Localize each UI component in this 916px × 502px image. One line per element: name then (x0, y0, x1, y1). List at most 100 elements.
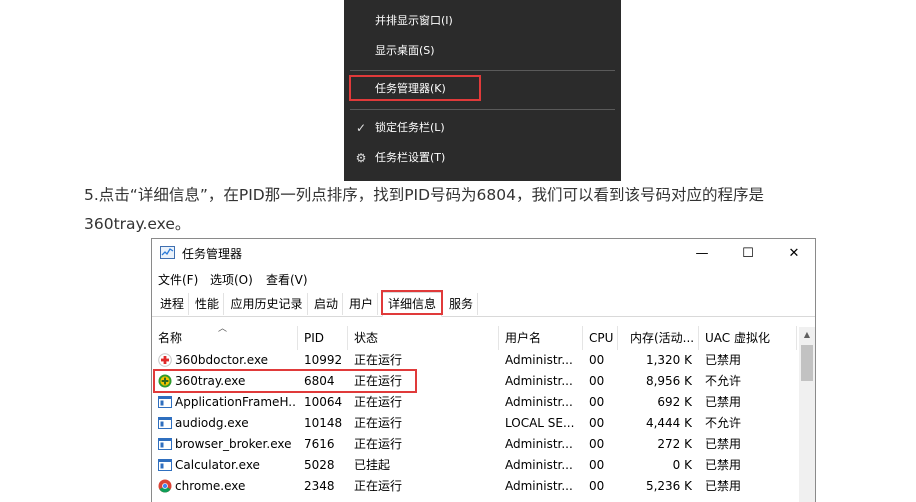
menu-options[interactable]: 选项(O) (210, 271, 253, 288)
process-name: browser_broker.exe (175, 437, 292, 451)
tab-strip: 进程 性能 应用历史记录 启动 用户 详细信息 服务 (152, 291, 815, 317)
process-uac: 已禁用 (705, 479, 742, 493)
tab-services[interactable]: 服务 (445, 293, 478, 315)
process-memory: 0 K (672, 458, 692, 472)
tab-processes[interactable]: 进程 (156, 293, 189, 315)
process-status: 已挂起 (354, 458, 391, 472)
taskbar-context-menu: 并排显示窗口(I) 显示桌面(S) 任务管理器(K) ✓ 锁定任务栏(L) ⚙ … (344, 0, 621, 181)
process-status: 正在运行 (354, 395, 403, 409)
process-user: Administr... (505, 353, 573, 367)
column-header-pid[interactable]: PID (298, 326, 348, 350)
table-row[interactable]: Calculator.exe 5028 已挂起 Administr... 00 … (152, 455, 797, 476)
process-cpu: 00 (589, 395, 605, 409)
tab-app-history[interactable]: 应用历史记录 (226, 293, 308, 315)
process-pid: 2348 (304, 479, 335, 493)
process-cpu: 00 (589, 353, 605, 367)
menu-separator (350, 70, 615, 71)
app-window-icon (158, 416, 172, 430)
window-title: 任务管理器 (182, 247, 243, 261)
table-row[interactable]: chrome.exe 2348 正在运行 Administr... 00 5,2… (152, 476, 797, 497)
process-uac: 已禁用 (705, 395, 742, 409)
highlight-box-task-manager (349, 75, 481, 101)
table-row[interactable]: audiodg.exe 10148 正在运行 LOCAL SE... 00 4,… (152, 413, 797, 434)
menu-item-taskbar-settings[interactable]: 任务栏设置(T) (375, 149, 445, 167)
process-uac: 不允许 (705, 374, 742, 388)
process-name: ApplicationFrameH... (175, 395, 297, 409)
process-memory: 272 K (657, 437, 692, 451)
column-header-cpu[interactable]: CPU (583, 326, 618, 350)
menu-item-lock-taskbar[interactable]: 锁定任务栏(L) (375, 119, 445, 137)
process-status: 正在运行 (354, 437, 403, 451)
column-header-memory[interactable]: 内存(活动... (624, 326, 699, 350)
app-window-icon (158, 458, 172, 472)
task-manager-window: 任务管理器 — ☐ ✕ 文件(F) 选项(O) 查看(V) 进程 性能 应用历史… (151, 238, 816, 502)
process-uac: 已禁用 (705, 353, 742, 367)
doctor-cross-icon (158, 353, 172, 367)
menu-view[interactable]: 查看(V) (266, 271, 308, 288)
process-name: 360bdoctor.exe (175, 353, 269, 367)
process-cpu: 00 (589, 437, 605, 451)
process-cpu: 00 (589, 458, 605, 472)
process-memory: 1,320 K (645, 353, 692, 367)
close-button[interactable]: ✕ (771, 239, 815, 269)
table-row[interactable]: ApplicationFrameH... 10064 正在运行 Administ… (152, 392, 797, 413)
process-user: Administr... (505, 479, 573, 493)
process-cpu: 00 (589, 374, 605, 388)
process-memory: 5,236 K (645, 479, 692, 493)
checkmark-icon: ✓ (355, 121, 367, 135)
menu-item-cascade-windows[interactable]: 并排显示窗口(I) (375, 12, 453, 30)
process-status: 正在运行 (354, 353, 403, 367)
process-pid: 10992 (304, 353, 343, 367)
column-header-username[interactable]: 用户名 (499, 326, 583, 350)
process-status: 正在运行 (354, 479, 403, 493)
scrollbar-thumb[interactable] (801, 345, 813, 381)
process-user: Administr... (505, 437, 573, 451)
table-row[interactable]: 360bdoctor.exe 10992 正在运行 Administr... 0… (152, 350, 797, 371)
column-header-row: 名称 PID 状态 用户名 CPU 内存(活动... UAC 虚拟化 (152, 326, 797, 350)
process-cpu: 00 (589, 416, 605, 430)
process-pid: 10064 (304, 395, 343, 409)
process-pid: 5028 (304, 458, 335, 472)
title-bar[interactable]: 任务管理器 — ☐ ✕ (152, 239, 815, 269)
process-status: 正在运行 (354, 416, 403, 430)
app-window-icon (158, 395, 172, 409)
process-name: Calculator.exe (175, 458, 260, 472)
task-manager-icon (160, 246, 175, 259)
process-memory: 692 K (657, 395, 692, 409)
column-header-name[interactable]: 名称 (152, 326, 298, 350)
menu-file[interactable]: 文件(F) (158, 271, 198, 288)
process-user: LOCAL SE... (505, 416, 575, 430)
tab-performance[interactable]: 性能 (191, 293, 224, 315)
maximize-button[interactable]: ☐ (725, 239, 771, 269)
process-user: Administr... (505, 458, 573, 472)
menu-item-show-desktop[interactable]: 显示桌面(S) (375, 42, 435, 60)
chrome-icon (158, 479, 172, 493)
minimize-button[interactable]: — (679, 239, 725, 269)
column-header-status[interactable]: 状态 (348, 326, 499, 350)
scroll-up-icon[interactable]: ▲ (799, 327, 815, 343)
vertical-scrollbar[interactable]: ▲ (799, 327, 815, 502)
tab-users[interactable]: 用户 (345, 293, 378, 315)
process-user: Administr... (505, 395, 573, 409)
process-name: chrome.exe (175, 479, 246, 493)
process-memory: 8,956 K (645, 374, 692, 388)
highlight-box-360tray-row (153, 369, 417, 393)
process-memory: 4,444 K (645, 416, 692, 430)
column-header-uac[interactable]: UAC 虚拟化 (699, 326, 797, 350)
app-window-icon (158, 437, 172, 451)
menu-bar: 文件(F) 选项(O) 查看(V) (152, 269, 815, 289)
article-step-text: 5.点击“详细信息”，在PID那一列点排序，找到PID号码为6804，我们可以看… (84, 186, 765, 233)
menu-separator (350, 109, 615, 110)
process-uac: 已禁用 (705, 458, 742, 472)
process-user: Administr... (505, 374, 573, 388)
process-pid: 7616 (304, 437, 335, 451)
table-row[interactable]: browser_broker.exe 7616 正在运行 Administr..… (152, 434, 797, 455)
process-uac: 已禁用 (705, 437, 742, 451)
gear-icon: ⚙ (355, 151, 367, 165)
process-pid: 10148 (304, 416, 343, 430)
highlight-box-details-tab (381, 290, 443, 315)
tab-startup[interactable]: 启动 (310, 293, 343, 315)
process-name: audiodg.exe (175, 416, 249, 430)
process-cpu: 00 (589, 479, 605, 493)
process-uac: 不允许 (705, 416, 742, 430)
